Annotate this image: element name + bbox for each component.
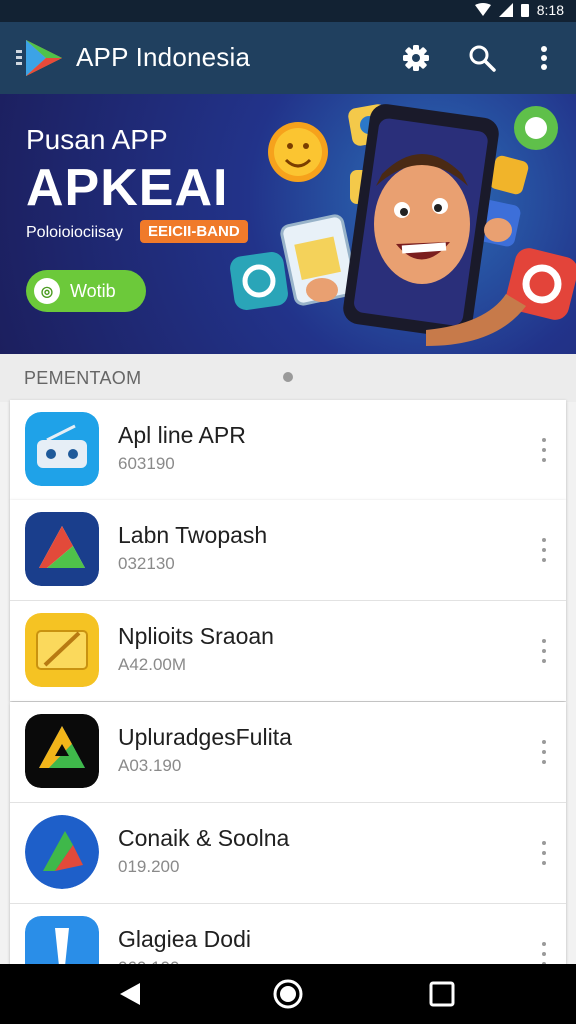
battery-icon xyxy=(520,4,529,17)
home-button[interactable] xyxy=(268,976,308,1012)
banner-illustration xyxy=(230,104,576,346)
app-meta: 603190 xyxy=(118,454,175,473)
banner-headline: APKEAI xyxy=(26,159,229,217)
app-logo-icon xyxy=(16,40,62,76)
banner-cta-label: Wotib xyxy=(70,280,116,301)
app-icon-triangle xyxy=(25,512,99,586)
app-name: Apl line APR xyxy=(118,422,246,448)
app-list-item[interactable]: Conaik & Soolna 019.200 xyxy=(10,802,566,903)
item-more-button[interactable] xyxy=(534,438,554,462)
status-bar: 8:18 xyxy=(0,0,576,22)
page-indicator-dot xyxy=(283,372,293,382)
settings-button[interactable] xyxy=(398,40,434,76)
app-bar: APP Indonesia xyxy=(0,22,576,94)
status-icons: 8:18 xyxy=(474,2,564,18)
app-card: UpluradgesFulita A03.190 Conaik & Soolna… xyxy=(10,702,566,1004)
section-header: PEMENTAOM xyxy=(0,354,576,402)
sun-emoji-icon xyxy=(268,122,328,182)
app-list-item[interactable]: Nplioits Sraoan A42.00M xyxy=(10,600,566,701)
chat-icon: ◎ xyxy=(34,278,60,304)
app-list-item[interactable]: Apl line APR 603190 xyxy=(10,400,566,500)
banner-tagline: Poloioiociisay xyxy=(26,224,123,241)
back-button[interactable] xyxy=(110,976,150,1012)
item-more-button[interactable] xyxy=(534,942,554,966)
app-name: Labn Twopash xyxy=(118,522,268,548)
back-icon xyxy=(120,983,140,1005)
app-title: APP Indonesia xyxy=(76,42,251,72)
app-meta: A42.00M xyxy=(118,655,187,674)
app-name: UpluradgesFulita xyxy=(118,724,292,750)
wifi-icon xyxy=(474,3,491,16)
app-card: Apl line APR 603190 xyxy=(10,400,566,500)
search-icon xyxy=(469,45,496,72)
app-icon-envelope xyxy=(25,613,99,687)
app-icon-drive xyxy=(25,714,99,788)
app-name: Nplioits Sraoan xyxy=(118,623,274,649)
app-icon-arrow xyxy=(25,815,99,889)
section-title: PEMENTAOM xyxy=(24,368,142,388)
app-meta: 032130 xyxy=(118,554,175,573)
item-more-button[interactable] xyxy=(534,639,554,663)
banner-line1: Pusan APP xyxy=(26,124,168,155)
floating-app-icon xyxy=(230,252,288,310)
app-name: Conaik & Soolna xyxy=(118,825,290,851)
app-card: Labn Twopash 032130 Nplioits Sraoan A42.… xyxy=(10,500,566,701)
item-more-button[interactable] xyxy=(534,538,554,562)
recents-icon xyxy=(429,981,455,1007)
app-name: Glagiea Dodi xyxy=(118,926,251,952)
app-icon-radio xyxy=(25,412,99,486)
app-meta: 019.200 xyxy=(118,857,180,876)
banner-cta-button[interactable]: ◎ Wotib xyxy=(26,270,146,312)
app-list-item[interactable]: Labn Twopash 032130 xyxy=(10,500,566,600)
status-time: 8:18 xyxy=(536,2,564,18)
more-vert-icon xyxy=(541,46,547,70)
item-more-button[interactable] xyxy=(534,740,554,764)
app-list-item[interactable]: UpluradgesFulita A03.190 xyxy=(10,702,566,802)
gear-icon xyxy=(403,45,429,71)
app-meta: A03.190 xyxy=(118,756,182,775)
home-icon xyxy=(273,979,303,1009)
item-more-button[interactable] xyxy=(534,841,554,865)
signal-icon xyxy=(498,3,513,17)
recents-button[interactable] xyxy=(422,976,462,1012)
overflow-menu-button[interactable] xyxy=(526,40,562,76)
promo-banner[interactable]: Pusan APP APKEAI Poloioiociisay EEICII-B… xyxy=(0,94,576,354)
system-nav-bar xyxy=(0,964,576,1024)
search-button[interactable] xyxy=(464,40,500,76)
